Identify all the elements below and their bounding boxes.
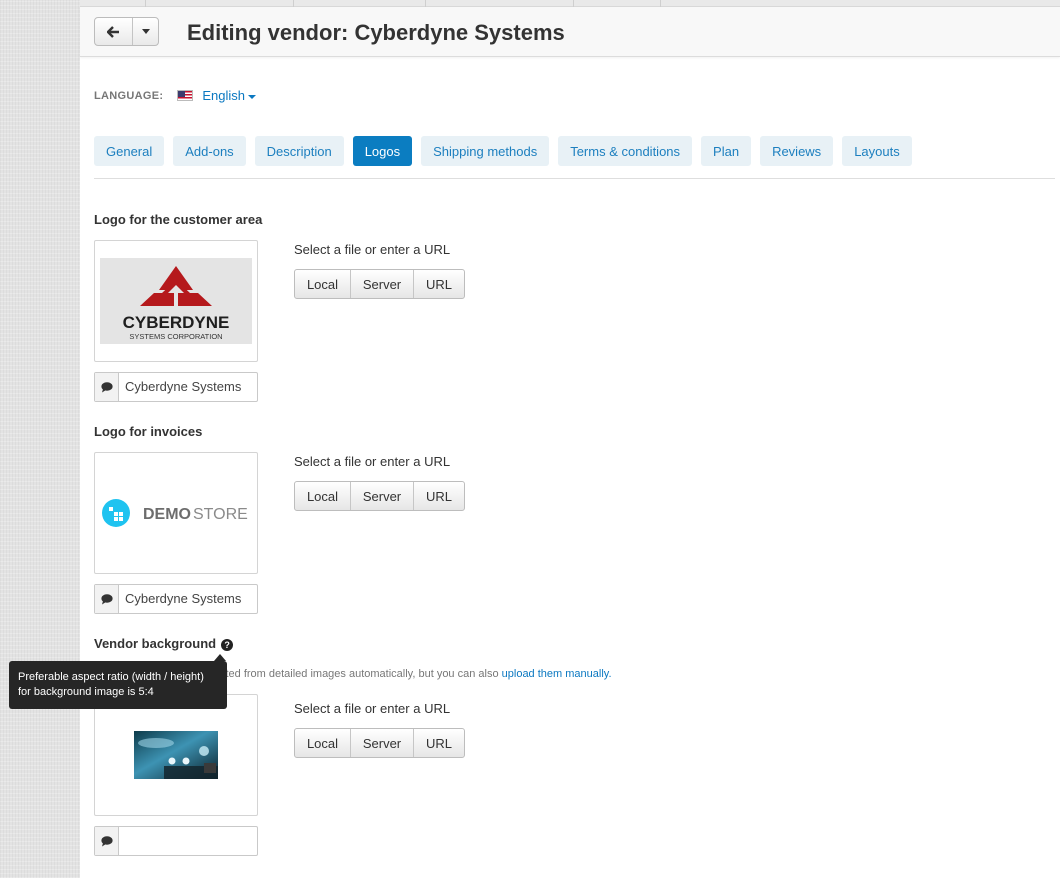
left-background-strip bbox=[0, 0, 80, 878]
tab-description[interactable]: Description bbox=[254, 136, 344, 166]
upload-manually-link[interactable]: upload them manually. bbox=[502, 668, 612, 680]
cyberdyne-wordmark: CYBERDYNE bbox=[123, 313, 230, 332]
invoice-logo-file-buttons: Local Server URL bbox=[294, 481, 465, 511]
language-value: English bbox=[202, 88, 245, 103]
cyberdyne-subtext: SYSTEMS CORPORATION bbox=[129, 332, 222, 341]
top-tabs-strip bbox=[80, 0, 1060, 7]
nav-button-group bbox=[94, 17, 159, 46]
comment-icon bbox=[95, 373, 119, 401]
vendor-background-title: Vendor background? bbox=[94, 636, 234, 651]
language-selector-row: LANGUAGE: English bbox=[94, 88, 256, 103]
main-content: Editing vendor: Cyberdyne Systems LANGUA… bbox=[80, 0, 1060, 878]
url-file-button[interactable]: URL bbox=[414, 482, 464, 510]
tab-logos[interactable]: Logos bbox=[352, 136, 413, 166]
local-file-button[interactable]: Local bbox=[295, 270, 351, 298]
tab-bar: General Add-ons Description Logos Shippi… bbox=[94, 136, 921, 166]
tab-plan[interactable]: Plan bbox=[701, 136, 752, 166]
background-file-buttons: Local Server URL bbox=[294, 728, 465, 758]
page-header: Editing vendor: Cyberdyne Systems bbox=[80, 7, 1060, 57]
url-file-button[interactable]: URL bbox=[414, 270, 464, 298]
background-select-label: Select a file or enter a URL bbox=[294, 701, 451, 716]
question-icon[interactable]: ? bbox=[221, 639, 234, 651]
demo-store-logo: DEMO STORE bbox=[102, 499, 248, 527]
store-wordmark: STORE bbox=[193, 506, 248, 523]
background-alt-value bbox=[119, 827, 257, 855]
cyberdyne-logo: CYBERDYNE SYSTEMS CORPORATION bbox=[100, 258, 252, 344]
server-file-button[interactable]: Server bbox=[351, 482, 414, 510]
invoice-logo-title: Logo for invoices bbox=[94, 424, 203, 439]
server-file-button[interactable]: Server bbox=[351, 729, 414, 757]
page-title: Editing vendor: Cyberdyne Systems bbox=[187, 20, 565, 45]
tab-layouts[interactable]: Layouts bbox=[842, 136, 912, 166]
tab-terms-conditions[interactable]: Terms & conditions bbox=[558, 136, 693, 166]
url-file-button[interactable]: URL bbox=[414, 729, 464, 757]
comment-icon bbox=[95, 585, 119, 613]
language-label: LANGUAGE: bbox=[94, 89, 164, 102]
aspect-ratio-tooltip: Preferable aspect ratio (width / height)… bbox=[9, 661, 227, 709]
arrow-left-icon bbox=[107, 25, 119, 38]
customer-logo-preview: CYBERDYNE SYSTEMS CORPORATION bbox=[94, 240, 258, 362]
tab-shipping-methods[interactable]: Shipping methods bbox=[421, 136, 550, 166]
language-dropdown[interactable]: English bbox=[202, 88, 256, 103]
local-file-button[interactable]: Local bbox=[295, 482, 351, 510]
vendor-background-title-text: Vendor background bbox=[94, 636, 217, 651]
background-thumbnail-image bbox=[134, 731, 218, 779]
background-alt-input[interactable] bbox=[94, 826, 258, 856]
customer-logo-alt-value: Cyberdyne Systems bbox=[125, 379, 242, 394]
demo-wordmark: DEMO bbox=[143, 506, 191, 523]
tooltip-line-1: Preferable aspect ratio (width / height) bbox=[18, 671, 204, 683]
invoice-logo-alt-input[interactable]: Cyberdyne Systems bbox=[94, 584, 258, 614]
back-button[interactable] bbox=[95, 18, 133, 45]
history-dropdown-button[interactable] bbox=[133, 18, 158, 45]
customer-logo-alt-input[interactable]: Cyberdyne Systems bbox=[94, 372, 258, 402]
comment-icon bbox=[95, 827, 119, 855]
tooltip-arrow bbox=[214, 654, 226, 661]
tab-add-ons[interactable]: Add-ons bbox=[173, 136, 246, 166]
server-file-button[interactable]: Server bbox=[351, 270, 414, 298]
tab-reviews[interactable]: Reviews bbox=[760, 136, 834, 166]
us-flag-icon bbox=[177, 90, 194, 101]
invoice-logo-preview: DEMO STORE bbox=[94, 452, 258, 574]
customer-logo-select-label: Select a file or enter a URL bbox=[294, 242, 451, 257]
tooltip-line-2: for background image is 5:4 bbox=[18, 686, 154, 698]
caret-down-icon bbox=[247, 94, 256, 99]
customer-logo-file-buttons: Local Server URL bbox=[294, 269, 465, 299]
local-file-button[interactable]: Local bbox=[295, 729, 351, 757]
tab-general[interactable]: General bbox=[94, 136, 165, 166]
customer-logo-title: Logo for the customer area bbox=[94, 212, 263, 227]
caret-down-icon bbox=[141, 29, 150, 34]
tabs-divider bbox=[94, 178, 1055, 179]
background-image-preview bbox=[94, 694, 258, 816]
invoice-logo-select-label: Select a file or enter a URL bbox=[294, 454, 451, 469]
invoice-logo-alt-value: Cyberdyne Systems bbox=[125, 591, 242, 606]
